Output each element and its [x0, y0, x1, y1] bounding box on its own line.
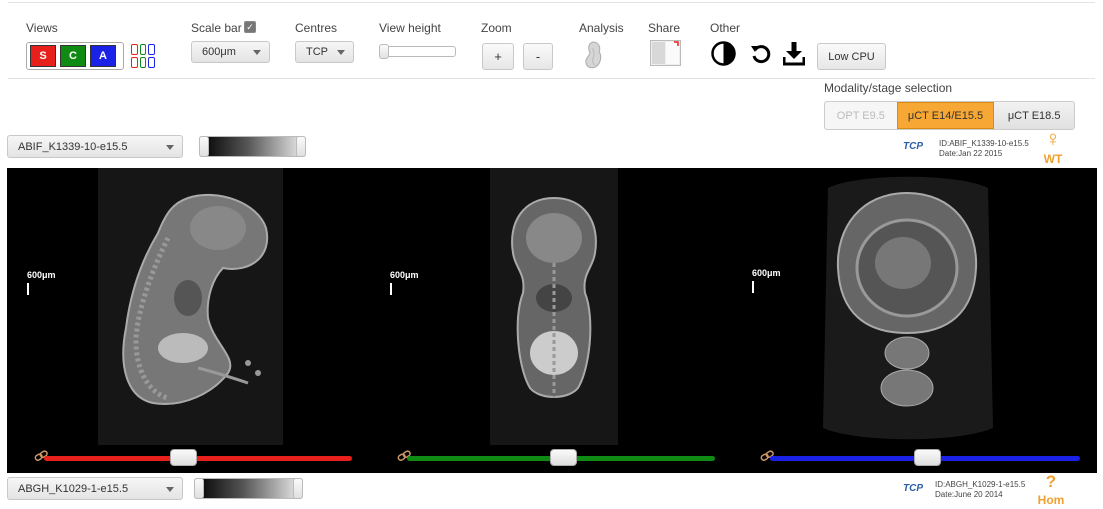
coronal-scale-label: 600μm [390, 270, 419, 280]
app-root: Views S C A Scale bar ✓ 600μm Centres TC… [0, 0, 1103, 509]
top-genotype: WT [1043, 152, 1063, 166]
chevron-down-icon [337, 50, 345, 55]
share-icon[interactable] [650, 40, 681, 66]
axial-scan-image [823, 176, 993, 440]
divider-toolbar [8, 78, 1095, 79]
female-icon: ♀ [1044, 126, 1062, 151]
divider-top [8, 2, 1095, 3]
bottom-genotype: Hom [1037, 493, 1065, 507]
sagittal-scale-label: 600μm [27, 270, 56, 280]
modality-option-uct-e18-5[interactable]: μCT E18.5 [994, 102, 1074, 129]
bottom-specimen-select[interactable]: ABGH_K1029-1-e15.5 [7, 477, 183, 500]
axial-scale-bar [752, 281, 754, 293]
view-height-label: View height [379, 21, 441, 35]
sagittal-scale-bar [27, 283, 29, 295]
view-coronal-button[interactable]: C [60, 45, 86, 67]
modality-label: Modality/stage selection [824, 81, 953, 95]
axial-slice-thumb[interactable] [914, 449, 941, 466]
top-specimen-name: ABIF_K1339-10-e15.5 [18, 140, 128, 153]
top-contrast-slider[interactable] [199, 136, 306, 157]
reset-icon[interactable] [750, 43, 771, 64]
top-specimen-id: ID:ABIF_K1339-10-e15.5 [939, 139, 1029, 148]
modality-option-opt-e9-5[interactable]: OPT E9.5 [825, 102, 897, 129]
views-toggle-group: S C A [26, 42, 124, 70]
top-specimen-select[interactable]: ABIF_K1339-10-e15.5 [7, 135, 183, 158]
bottom-specimen-name: ABGH_K1029-1-e15.5 [18, 482, 129, 495]
view-axial-button[interactable]: A [90, 45, 116, 67]
view-height-slider[interactable] [379, 44, 456, 59]
bottom-specimen-id: ID:ABGH_K1029-1-e15.5 [935, 480, 1026, 489]
share-label: Share [648, 21, 681, 35]
modality-selector: OPT E9.5 μCT E14/E15.5 μCT E18.5 [824, 101, 1075, 130]
sagittal-slice-slider[interactable] [44, 456, 352, 461]
other-label: Other [710, 21, 741, 35]
panel-axial[interactable]: 600μm [734, 168, 1097, 473]
top-specimen-date: Date:Jan 22 2015 [939, 149, 1003, 158]
centres-value: TCP [306, 46, 328, 58]
analysis-label: Analysis [579, 21, 624, 35]
zoom-label: Zoom [481, 21, 512, 35]
bottom-centre-logo: TCP [903, 483, 923, 494]
view-sagittal-button[interactable]: S [30, 45, 56, 67]
download-icon[interactable] [783, 41, 805, 66]
scale-bar-select[interactable]: 600μm [191, 41, 270, 63]
coronal-scan-image [490, 168, 618, 445]
layout-grid-icon[interactable] [131, 44, 155, 68]
view-height-thumb[interactable] [379, 44, 389, 59]
chevron-down-icon [166, 486, 174, 492]
views-label: Views [26, 21, 58, 35]
zoom-in-button[interactable]: + [482, 43, 514, 70]
unknown-sex-icon: ? [1045, 472, 1057, 491]
chevron-down-icon [166, 144, 174, 150]
panel-sagittal[interactable]: 600μm [7, 168, 370, 473]
coronal-scale-bar [390, 283, 392, 295]
top-contrast-max-handle[interactable] [296, 136, 306, 157]
modality-option-uct-e14-e15-5[interactable]: μCT E14/E15.5 [896, 102, 995, 129]
bottom-contrast-max-handle[interactable] [293, 478, 303, 499]
low-cpu-button[interactable]: Low CPU [817, 43, 886, 70]
panel-coronal[interactable]: 600μm [370, 168, 733, 473]
centres-select[interactable]: TCP [295, 41, 354, 63]
bottom-contrast-min-handle[interactable] [194, 478, 204, 499]
contrast-icon[interactable] [711, 41, 736, 66]
axial-scale-label: 600μm [752, 268, 781, 278]
coronal-slice-thumb[interactable] [550, 449, 577, 466]
scale-bar-checkbox[interactable]: ✓ [244, 21, 256, 33]
top-centre-logo: TCP [903, 141, 923, 152]
sagittal-slice-thumb[interactable] [170, 449, 197, 466]
scale-bar-value: 600μm [202, 46, 236, 58]
chevron-down-icon [253, 50, 261, 55]
centres-label: Centres [295, 21, 338, 35]
bottom-specimen-date: Date:June 20 2014 [935, 490, 1003, 499]
sagittal-scan-image [98, 168, 283, 445]
zoom-out-button[interactable]: - [523, 43, 553, 70]
image-viewer: 600μm 600μm 600μm [7, 168, 1097, 473]
top-contrast-min-handle[interactable] [199, 136, 209, 157]
bottom-contrast-slider[interactable] [194, 478, 303, 499]
embryo-icon[interactable] [583, 40, 603, 70]
scale-bar-label: Scale bar [191, 21, 242, 35]
